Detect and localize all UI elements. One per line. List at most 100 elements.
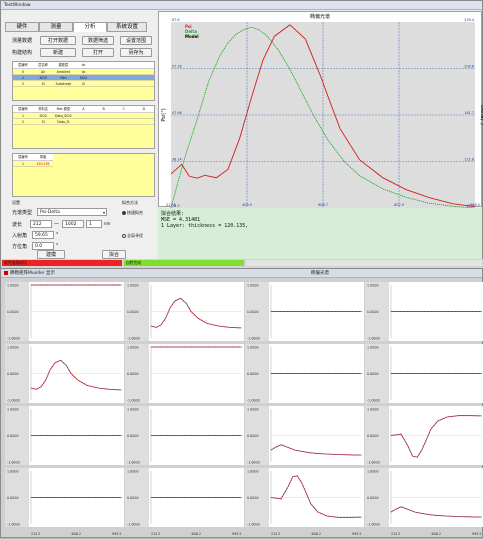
series-m21-measured <box>30 359 122 391</box>
y-tick-label: 1.0000 <box>127 408 139 412</box>
mueller-header: 椭偏光谱 <box>311 271 329 276</box>
spectrum-panel: 椭偏光谱 212.5 409.5 606.7 802.9 998.5 28.3 38.14 4… <box>158 11 483 208</box>
x-tick-label: 606.2 <box>72 532 81 536</box>
layer-table[interactable]: 层编号 层名称 模型层 dc 0 Air Ambient dc 1 SiO2 Film SiO2 … <box>12 61 155 101</box>
y-tick-label: 0.0000 <box>7 496 19 500</box>
y-tick-label: 1.0000 <box>127 346 139 350</box>
build-structure-label: 构建结构 <box>12 50 33 56</box>
mueller-plot-m42: 1.0000 0.0000 -1.0000 212.5 606.2 999.5 <box>125 468 242 536</box>
azimuth-input[interactable]: 0.0 <box>32 242 54 250</box>
incidence-angle-label: 入射角 <box>12 233 28 239</box>
mueller-plot-m34: 1.0000 0.0000 -1.0000 <box>365 406 482 465</box>
legend-model: Model <box>185 34 199 39</box>
x-tick-label: 999.5 <box>472 532 481 536</box>
table-row[interactable]: 2 Si Substrate Si <box>13 81 154 87</box>
x-tick-label: 212.5 <box>31 532 40 536</box>
mueller-cell-m44: 1.0000 0.0000 -1.0000 212.5 606.2 999.5 <box>365 468 483 536</box>
angle-unit: ° <box>56 232 59 238</box>
wl-from-input[interactable]: 212 <box>30 220 52 228</box>
fit-button[interactable]: 拟合 <box>102 250 126 259</box>
x-tick-label: 606.2 <box>312 532 321 536</box>
tab-analysis[interactable]: 分析 <box>73 22 107 32</box>
mueller-cell-m12: 1.0000 0.0000 -1.0000 <box>125 282 244 341</box>
save-as-button[interactable]: 另存为 <box>120 48 152 57</box>
curve-type-select[interactable]: Psi-Delta ▾ <box>37 208 107 216</box>
y2-tick-label: 239.4 <box>464 18 474 22</box>
y-tick-label: 38.14 <box>172 158 182 162</box>
y-tick-label: -1.0000 <box>7 337 20 341</box>
series-delta-line <box>170 26 476 208</box>
left-panel: 硬件 测量 分析 系统设置 测量数据 打开数据 数据筛选 设置范围 构建结构 新… <box>2 11 156 259</box>
status-connected: 软件连接成功 <box>2 260 122 266</box>
radio-checked-icon <box>122 211 126 215</box>
y-tick-label: 0.0000 <box>367 434 379 438</box>
wl-to-input[interactable]: 1002 <box>62 220 84 228</box>
window-icon <box>4 270 8 275</box>
mueller-cell-m23: 1.0000 0.0000 -1.0000 <box>245 344 364 403</box>
mueller-cell-m13: 1.0000 0.0000 -1.0000 <box>245 282 364 341</box>
tab-system-settings[interactable]: 系统设置 <box>107 22 147 32</box>
thickness-table[interactable]: 层编号 厚度 1 120.135 <box>12 153 155 197</box>
y-tick-label: 0.0000 <box>367 372 379 376</box>
x-tick-label: 606.2 <box>192 532 201 536</box>
mueller-plot-m22: 1.0000 0.0000 -1.0000 <box>125 344 242 403</box>
table-row[interactable]: 1 120.135 <box>13 161 53 167</box>
set-range-button[interactable]: 设置范围 <box>120 36 152 45</box>
tab-measure[interactable]: 测量 <box>39 22 73 32</box>
table-row[interactable]: 2 Si Data_Si <box>13 119 154 125</box>
wl-step-input[interactable]: 1 <box>86 220 102 228</box>
y-tick-label: 0.0000 <box>127 372 139 376</box>
status-progress <box>246 260 482 266</box>
tab-hardware[interactable]: 硬件 <box>5 22 39 32</box>
new-structure-button[interactable]: 新建 <box>40 48 76 57</box>
main-title-bar: TestWindow <box>1 1 482 10</box>
radio-fast-fit[interactable]: 快速拟合 <box>122 210 143 216</box>
layer-table-header: 层编号 层名称 模型层 dc <box>13 62 154 69</box>
y-tick-label: 1.0000 <box>7 284 19 288</box>
mueller-grid: 1.0000 0.0000 -1.0000 1.0000 0.0000 -1.0000 1.… <box>1 278 483 539</box>
y-tick-label: -1.0000 <box>127 399 140 403</box>
y-tick-label: 0.0000 <box>247 434 259 438</box>
x-tick-label: 212.5 <box>391 532 400 536</box>
y-tick-label: 1.0000 <box>367 284 379 288</box>
mueller-cell-m34: 1.0000 0.0000 -1.0000 <box>365 406 483 465</box>
y2-tick-label: 200.6 <box>464 65 474 69</box>
y-tick-label: 0.0000 <box>7 434 19 438</box>
main-window: TestWindow 硬件 测量 分析 系统设置 测量数据 打开数据 数据筛选 … <box>0 0 483 268</box>
mueller-cell-m11: 1.0000 0.0000 -1.0000 <box>5 282 124 341</box>
create-model-button[interactable]: 建模 <box>37 250 65 259</box>
spectrum-chart: 212.5 409.5 606.7 802.9 998.528.338.1447.965… <box>161 18 483 208</box>
material-table[interactable]: 层编号 材料名 Mat 模型 A B C D 1 SiO2 Data_SiO2 2 Si Data_… <box>12 105 155 149</box>
y-tick-label: 0.0000 <box>7 372 19 376</box>
series-m21-model <box>30 359 122 391</box>
incidence-angle-input[interactable]: 59.65 <box>32 231 54 239</box>
mueller-plot-m23: 1.0000 0.0000 -1.0000 <box>245 344 362 403</box>
x-tick-label: 999.5 <box>112 532 121 536</box>
y-tick-label: 1.0000 <box>7 408 19 412</box>
y-tick-label: 1.0000 <box>247 408 259 412</box>
x-tick-label: 606.7 <box>318 203 328 207</box>
y2-tick-label: 122.8 <box>464 158 474 162</box>
x-tick-label: 802.9 <box>394 203 404 207</box>
open-data-button[interactable]: 打开数据 <box>40 36 76 45</box>
y-tick-label: -1.0000 <box>7 461 20 465</box>
filter-data-button[interactable]: 数据筛选 <box>82 36 114 45</box>
range-dash: — <box>54 221 59 227</box>
x-tick-label: 212.5 <box>151 532 160 536</box>
settings-section-label: 设置 <box>12 200 20 205</box>
y-tick-label: -1.0000 <box>247 337 260 341</box>
y-tick-label: -1.0000 <box>367 337 380 341</box>
y-tick-label: 1.0000 <box>127 284 139 288</box>
y-tick-label: 1.0000 <box>247 470 259 474</box>
mueller-plot-m24: 1.0000 0.0000 -1.0000 <box>365 344 482 403</box>
y-tick-label: 57.78 <box>172 65 182 69</box>
azimuth-label: 方位角 <box>12 244 28 250</box>
y-tick-label: -1.0000 <box>247 523 260 527</box>
y-tick-label: -1.0000 <box>367 399 380 403</box>
open-structure-button[interactable]: 打开 <box>82 48 114 57</box>
x-tick-label: 999.5 <box>232 532 241 536</box>
mueller-plot-m21: 1.0000 0.0000 -1.0000 <box>5 344 122 403</box>
x-tick-label: 999.5 <box>352 532 361 536</box>
x-tick-label: 212.5 <box>271 532 280 536</box>
radio-global-fit[interactable]: 全局寻优 <box>122 233 143 239</box>
